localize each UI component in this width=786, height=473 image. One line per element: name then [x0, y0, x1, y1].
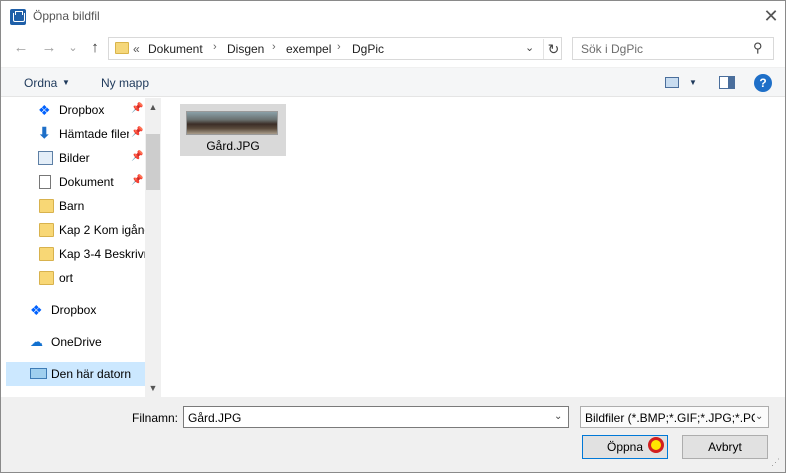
sidebar-item-documents[interactable]: Dokument 📌: [6, 170, 145, 194]
pin-icon[interactable]: 📌: [131, 127, 143, 138]
forward-arrow-icon[interactable]: →: [39, 38, 59, 58]
breadcrumb-item[interactable]: exempel: [286, 42, 331, 56]
chevron-down-icon[interactable]: ⌄: [755, 411, 768, 422]
search-box[interactable]: Sök i DgPic ⚲: [572, 37, 774, 60]
sidebar-item-label: ort: [59, 271, 74, 285]
folder-icon: [115, 42, 129, 54]
sidebar-item-this-pc[interactable]: Den här datorn: [6, 362, 145, 386]
folder-icon: [39, 199, 54, 213]
sidebar-item-label: Den här datorn: [51, 367, 132, 381]
pin-icon[interactable]: 📌: [131, 103, 143, 114]
sidebar-item-kap2[interactable]: Kap 2 Kom igång: [6, 218, 145, 242]
window-title: Öppna bildfil: [33, 9, 100, 23]
scroll-up-icon[interactable]: ▲: [145, 100, 161, 114]
scroll-down-icon[interactable]: ▼: [145, 381, 161, 395]
navigation-scrollbar[interactable]: ▲ ▼: [145, 98, 161, 397]
sidebar-item-label: Dokument: [59, 175, 114, 189]
dropbox-icon: ❖: [38, 102, 51, 118]
file-name: Gård.JPG: [206, 139, 260, 153]
file-type-select[interactable]: Bildfiler (*.BMP;*.GIF;*.JPG;*.PCX;*.TIF…: [580, 406, 769, 428]
command-bar: Ordna ▼ Ny mapp ▼ ?: [1, 67, 785, 97]
change-view-icon[interactable]: [665, 77, 679, 88]
breadcrumb-item[interactable]: Disgen: [227, 42, 264, 56]
breadcrumb-separator[interactable]: ›: [337, 41, 341, 53]
download-icon: ⬇: [38, 125, 51, 142]
pictures-icon: [38, 151, 53, 165]
folder-icon: [39, 271, 54, 285]
organize-button[interactable]: Ordna: [24, 76, 57, 90]
file-item[interactable]: Gård.JPG: [180, 104, 286, 156]
breadcrumb-item[interactable]: Dokument: [148, 42, 203, 56]
search-placeholder[interactable]: Sök i DgPic: [581, 42, 643, 56]
onedrive-icon: ☁: [30, 334, 43, 349]
click-indicator: [648, 437, 664, 453]
filename-field[interactable]: Gård.JPG ⌄: [183, 406, 569, 428]
dropbox-icon: ❖: [30, 302, 43, 318]
sidebar-item-label: Dropbox: [59, 103, 105, 117]
resize-grip-icon[interactable]: ⋰: [771, 457, 780, 468]
address-dropdown-icon[interactable]: ⌄: [525, 41, 534, 54]
sidebar-item-label: Hämtade filer: [59, 127, 129, 141]
app-icon: [10, 9, 26, 25]
navigation-pane: ❖ Dropbox 📌 ⬇ Hämtade filer 📌 Bilder 📌 D…: [1, 98, 161, 397]
sidebar-item-label: OneDrive: [51, 335, 102, 349]
sidebar-item-barn[interactable]: Barn: [6, 194, 145, 218]
breadcrumb-separator[interactable]: ›: [213, 41, 217, 53]
close-icon[interactable]: ✕: [761, 7, 781, 27]
view-options-chevron-icon[interactable]: ▼: [689, 78, 697, 87]
sidebar-item-onedrive[interactable]: ☁ OneDrive: [6, 330, 145, 354]
sidebar-item-label: Kap 3-4 Beskrivning: [59, 247, 145, 261]
title-bar: Öppna bildfil ✕: [1, 1, 785, 32]
recent-locations-chevron-icon[interactable]: ⌄: [63, 38, 83, 58]
up-arrow-icon[interactable]: ↑: [85, 38, 105, 58]
new-folder-button[interactable]: Ny mapp: [101, 76, 149, 90]
breadcrumb-item[interactable]: DgPic: [352, 42, 384, 56]
pin-icon[interactable]: 📌: [131, 151, 143, 162]
file-type-value[interactable]: Bildfiler (*.BMP;*.GIF;*.JPG;*.PCX;*.TIF…: [585, 411, 768, 425]
computer-icon: [30, 368, 47, 379]
folder-icon: [39, 223, 54, 237]
file-list: Gård.JPG: [162, 98, 785, 397]
image-thumbnail: [186, 111, 278, 135]
document-icon: [39, 175, 51, 189]
sidebar-item-pictures[interactable]: Bilder 📌: [6, 146, 145, 170]
search-icon[interactable]: ⚲: [753, 40, 763, 56]
sidebar-item-downloads[interactable]: ⬇ Hämtade filer 📌: [6, 122, 145, 146]
pin-icon[interactable]: 📌: [131, 175, 143, 186]
open-file-dialog: Öppna bildfil ✕ ← → ⌄ ↑ « Dokument › Dis…: [0, 0, 786, 473]
chevron-down-icon[interactable]: ⌄: [554, 411, 562, 422]
sidebar-item-label: Bilder: [59, 151, 90, 165]
sidebar-item-label: Barn: [59, 199, 85, 213]
preview-pane-icon[interactable]: [719, 76, 735, 89]
sidebar-item-kap34[interactable]: Kap 3-4 Beskrivning: [6, 242, 145, 266]
sidebar-item-label: Dropbox: [51, 303, 97, 317]
scrollbar-thumb[interactable]: [146, 134, 160, 190]
sidebar-item-label: Kap 2 Kom igång: [59, 223, 145, 237]
back-arrow-icon[interactable]: ←: [11, 38, 31, 58]
sidebar-item-dropbox[interactable]: ❖ Dropbox: [6, 298, 145, 322]
sidebar-item-ort[interactable]: ort: [6, 266, 145, 290]
address-bar[interactable]: « Dokument › Disgen › exempel › DgPic ⌄ …: [108, 37, 562, 60]
footer-panel: Filnamn: Gård.JPG ⌄ Bildfiler (*.BMP;*.G…: [1, 397, 785, 472]
breadcrumb-overflow[interactable]: «: [133, 42, 140, 56]
chevron-down-icon[interactable]: ▼: [62, 78, 70, 87]
breadcrumb-separator[interactable]: ›: [272, 41, 276, 53]
folder-icon: [39, 247, 54, 261]
help-icon[interactable]: ?: [754, 74, 772, 92]
cancel-button[interactable]: Avbryt: [682, 435, 768, 459]
filename-label: Filnamn:: [132, 411, 179, 425]
sidebar-item-dropbox-quick[interactable]: ❖ Dropbox 📌: [6, 98, 145, 122]
refresh-icon[interactable]: ↻: [543, 39, 563, 59]
filename-value[interactable]: Gård.JPG: [188, 411, 241, 425]
